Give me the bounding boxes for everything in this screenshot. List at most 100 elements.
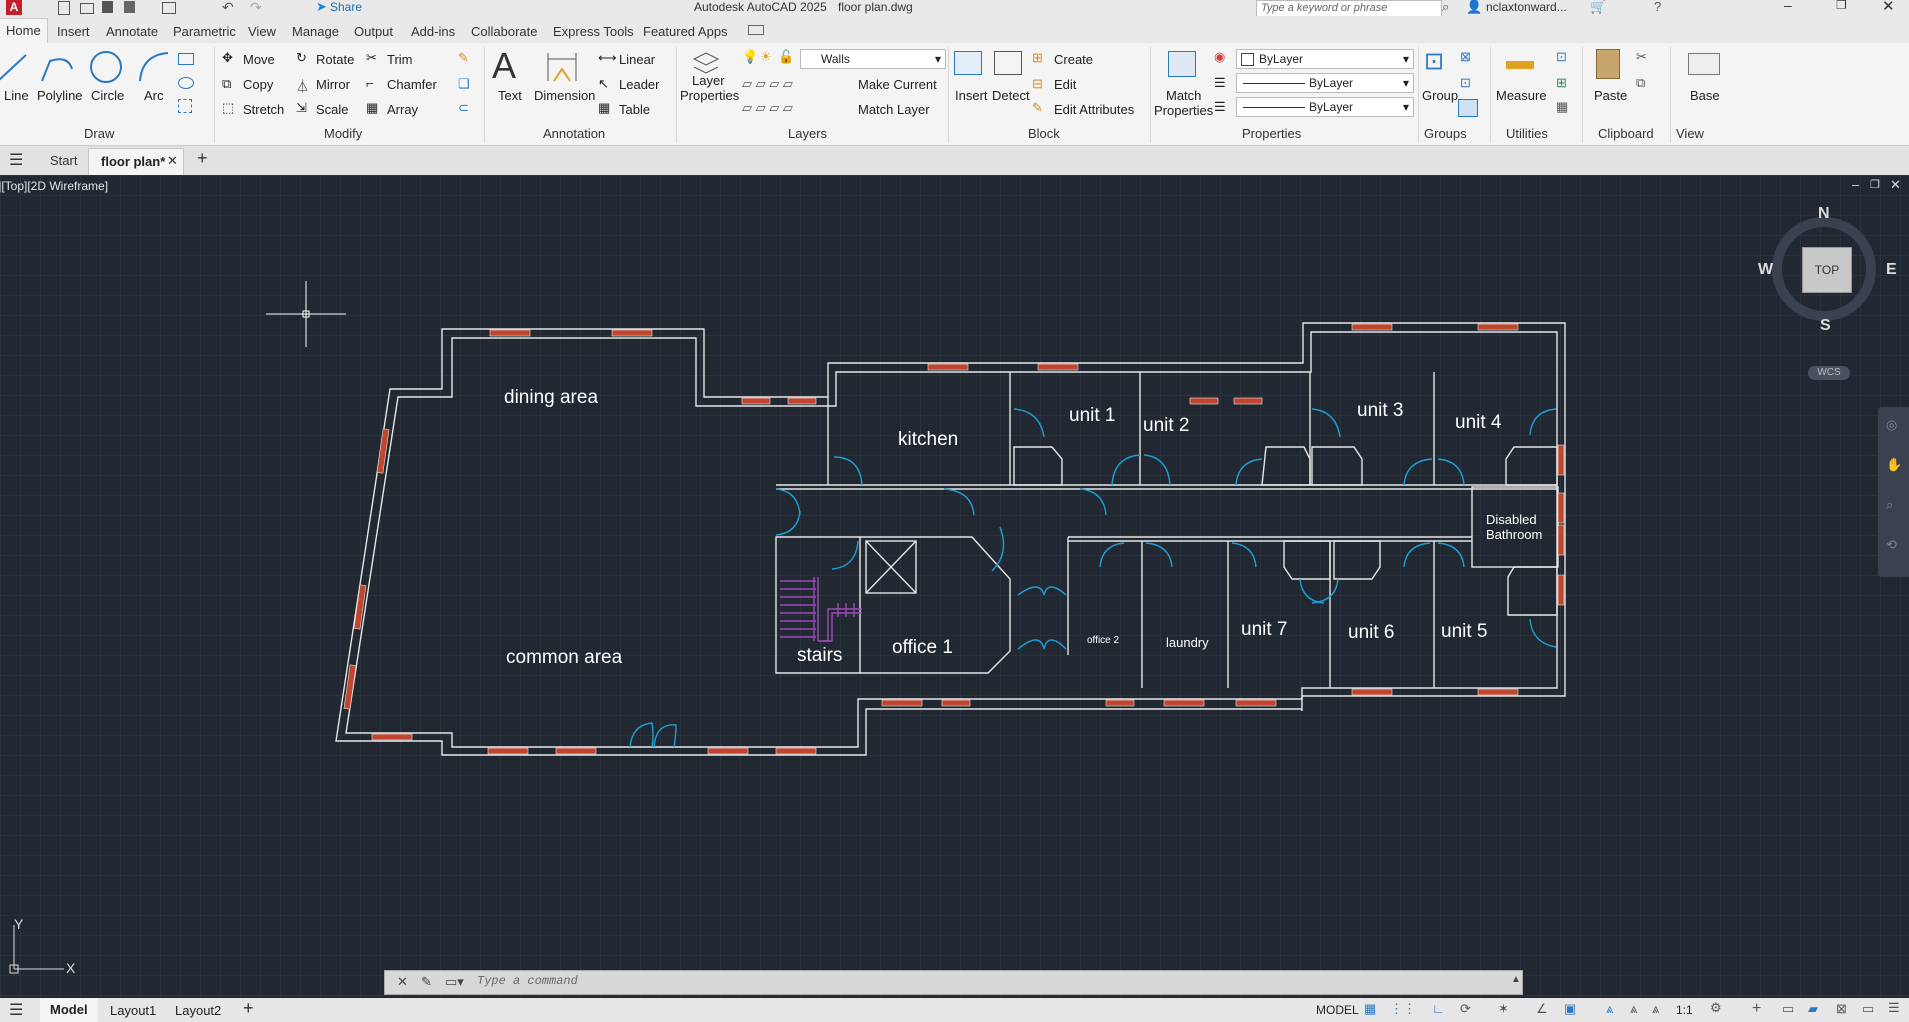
model-tab[interactable]: Model (40, 998, 98, 1022)
tab-home[interactable]: Home (0, 18, 48, 44)
group-icon[interactable]: ⊡ (1424, 47, 1444, 76)
text-button[interactable]: Text (498, 88, 522, 103)
search-input[interactable]: Type a keyword or phrase (1256, 0, 1442, 17)
circle-icon[interactable] (88, 49, 124, 85)
scale-button[interactable]: Scale (316, 102, 349, 117)
trim-button[interactable]: Trim (387, 52, 413, 67)
stretch-button[interactable]: Stretch (243, 102, 284, 117)
chamfer-icon[interactable]: ⌐ (366, 76, 374, 91)
close-icon[interactable]: ✕ (1882, 0, 1895, 15)
new-tab-icon[interactable]: + (197, 148, 208, 169)
open-file-icon[interactable] (80, 3, 94, 14)
draw-panel-title[interactable]: Draw (84, 126, 114, 141)
ungroup-icon[interactable]: ⊠ (1460, 49, 1471, 65)
polyline-icon[interactable] (38, 51, 78, 85)
rotate-button[interactable]: Rotate (316, 52, 354, 67)
match-properties-button-line2[interactable]: Properties (1154, 103, 1213, 118)
scale-icon[interactable]: ⇲ (296, 100, 307, 116)
cart-icon[interactable]: 🛒 (1590, 0, 1606, 15)
dimension-button[interactable]: Dimension (534, 88, 595, 103)
ribbon-toggle-icon[interactable] (748, 25, 764, 35)
stretch-icon[interactable]: ⬚ (222, 100, 234, 116)
command-history-icon[interactable]: ▭▾ (445, 974, 464, 990)
tab-parametric[interactable]: Parametric (173, 24, 236, 39)
paste-icon[interactable] (1596, 49, 1620, 79)
mirror-icon[interactable]: ⏃ (296, 76, 309, 95)
hatch-icon[interactable] (178, 77, 194, 89)
utilities-icon-2[interactable]: ⊞ (1556, 75, 1567, 91)
command-line[interactable]: ✕ ✎ ▭▾ Type a command ▲ (384, 970, 1523, 995)
layout-menu-icon[interactable]: ☰ (9, 1000, 23, 1020)
detect-icon[interactable] (994, 51, 1022, 75)
base-view-icon[interactable] (1688, 53, 1720, 75)
line-button[interactable]: Line (4, 88, 29, 103)
layer-tools-icon[interactable]: ▱ ▱ ▱ ▱ (742, 76, 793, 92)
grid-icon[interactable]: ▦ (1364, 1001, 1376, 1017)
linear-icon[interactable]: ⟷ (598, 50, 617, 66)
command-expand-icon[interactable]: ▲ (1511, 974, 1521, 985)
layer-tools-icon-2[interactable]: ▱ ▱ ▱ ▱ (742, 100, 793, 116)
insert-button[interactable]: Insert (955, 88, 988, 103)
edit-attributes-icon[interactable]: ✎ (1032, 100, 1043, 116)
drawing-canvas[interactable]: -][Top][2D Wireframe] – ❐ ✕ TOP N S E W … (0, 175, 1909, 998)
rotate-icon[interactable]: ↻ (296, 50, 307, 66)
circle-button[interactable]: Circle (91, 88, 124, 103)
user-icon[interactable]: 👤 (1466, 0, 1482, 15)
model-space-button[interactable]: MODEL (1316, 1003, 1359, 1017)
array-icon[interactable]: ▦ (366, 100, 378, 116)
layer-properties-button[interactable]: Layer (692, 73, 725, 88)
rectangle-icon[interactable] (178, 53, 194, 65)
utilities-icon-1[interactable]: ⊡ (1556, 49, 1567, 65)
save-as-icon[interactable] (124, 1, 135, 13)
tab-annotate[interactable]: Annotate (106, 24, 158, 39)
edit-block-icon[interactable]: ⊟ (1032, 76, 1043, 92)
undo-icon[interactable]: ↶ (222, 0, 234, 16)
tab-add-ins[interactable]: Add-ins (411, 24, 455, 39)
group-button[interactable]: Group (1422, 88, 1458, 103)
units-icon[interactable]: ▭ (1782, 1001, 1794, 1017)
user-name[interactable]: nclaxtonward... (1486, 0, 1567, 14)
layout1-tab[interactable]: Layout1 (110, 1003, 156, 1018)
active-document-tab[interactable]: floor plan* ✕ (88, 148, 184, 175)
color-dropdown[interactable]: ByLayer ▾ (1236, 49, 1414, 69)
search-icon[interactable]: ⌕ (1442, 0, 1449, 15)
redo-icon[interactable]: ↷ (250, 0, 262, 16)
polyline-button[interactable]: Polyline (37, 88, 83, 103)
tab-view[interactable]: View (248, 24, 276, 39)
trim-icon[interactable]: ✂ (366, 50, 377, 66)
lineweight-dropdown[interactable]: ByLayer ▾ (1236, 97, 1414, 117)
save-icon[interactable] (102, 1, 113, 13)
cut-icon[interactable]: ✂ (1636, 49, 1647, 65)
make-current-button[interactable]: Make Current (858, 77, 937, 92)
workspace-gear-icon[interactable]: ⚙ (1710, 1000, 1722, 1016)
table-button[interactable]: Table (619, 102, 650, 117)
customize-menu-icon[interactable]: ☰ (1888, 1000, 1900, 1016)
modify-panel-title[interactable]: Modify (324, 126, 362, 141)
offset-icon[interactable]: ⊂ (458, 100, 469, 116)
share-button[interactable]: Share (330, 0, 362, 14)
array-button[interactable]: Array (387, 102, 418, 117)
layer-properties-button-line2[interactable]: Properties (680, 88, 739, 103)
command-settings-icon[interactable]: ✎ (421, 974, 432, 990)
tab-collaborate[interactable]: Collaborate (471, 24, 538, 39)
utilities-panel-title[interactable]: Utilities (1506, 126, 1548, 141)
line-icon[interactable] (0, 51, 32, 85)
detect-button[interactable]: Detect (992, 88, 1030, 103)
annotation-scale[interactable]: 1:1 (1676, 1003, 1693, 1017)
match-properties-icon[interactable] (1168, 51, 1196, 77)
help-icon[interactable]: ? (1654, 0, 1661, 14)
view-panel-title[interactable]: View (1676, 126, 1704, 141)
insert-block-icon[interactable] (954, 51, 982, 75)
linear-button[interactable]: Linear (619, 52, 655, 67)
arc-button[interactable]: Arc (144, 88, 164, 103)
maximize-icon[interactable]: ❐ (1836, 0, 1847, 12)
leader-button[interactable]: Leader (619, 77, 659, 92)
boundary-icon[interactable] (178, 99, 192, 113)
text-icon[interactable]: A (492, 45, 516, 87)
linetype-dropdown[interactable]: ByLayer ▾ (1236, 73, 1414, 93)
leader-icon[interactable]: ↖ (598, 76, 609, 92)
match-properties-button[interactable]: Match (1166, 88, 1201, 103)
tab-express-tools[interactable]: Express Tools (553, 24, 634, 39)
clipboard-panel-title[interactable]: Clipboard (1598, 126, 1654, 141)
move-icon[interactable]: ✥ (222, 50, 233, 66)
